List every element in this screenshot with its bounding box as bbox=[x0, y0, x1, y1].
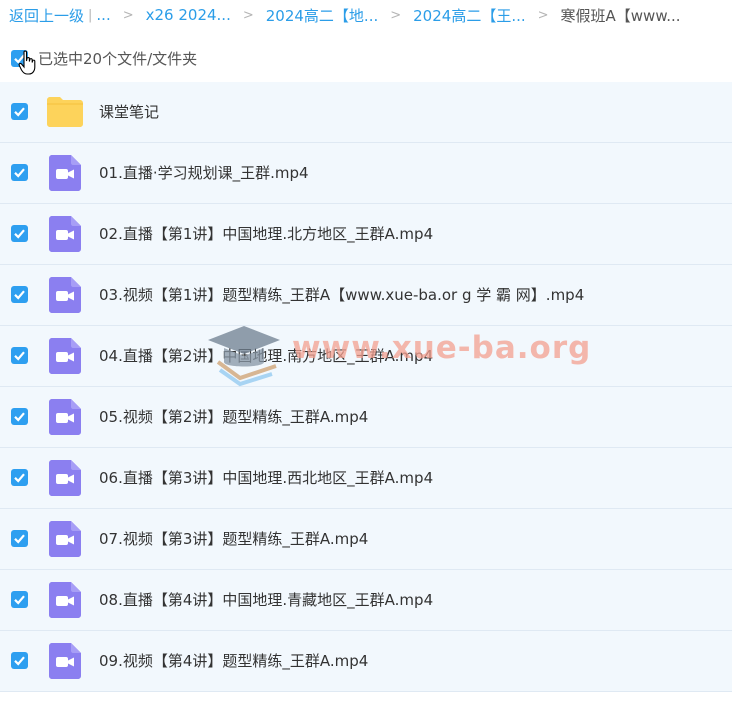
breadcrumb-ellipsis[interactable]: ... bbox=[96, 6, 110, 24]
breadcrumb: 返回上一级 | ... > x26 2024... > 2024高二【地... … bbox=[0, 0, 732, 30]
video-icon bbox=[46, 216, 84, 252]
file-name[interactable]: 04.直播【第2讲】中国地理.南方地区_王群A.mp4 bbox=[99, 326, 433, 386]
file-row[interactable]: 01.直播·学习规划课_王群.mp4 bbox=[0, 143, 732, 204]
row-checkbox[interactable] bbox=[11, 408, 28, 425]
video-icon bbox=[46, 277, 84, 313]
row-checkbox[interactable] bbox=[11, 591, 28, 608]
file-name[interactable]: 05.视频【第2讲】题型精练_王群A.mp4 bbox=[99, 387, 368, 447]
chevron-right-icon: > bbox=[537, 7, 549, 23]
breadcrumb-item-2[interactable]: 2024高二【地... bbox=[266, 5, 378, 26]
file-row[interactable]: 05.视频【第2讲】题型精练_王群A.mp4 bbox=[0, 387, 732, 448]
file-name[interactable]: 06.直播【第3讲】中国地理.西北地区_王群A.mp4 bbox=[99, 448, 433, 508]
breadcrumb-current: 寒假班A【www... bbox=[560, 6, 681, 25]
file-name[interactable]: 07.视频【第3讲】题型精练_王群A.mp4 bbox=[99, 509, 368, 569]
breadcrumb-divider: | bbox=[88, 7, 93, 23]
file-name[interactable]: 09.视频【第4讲】题型精练_王群A.mp4 bbox=[99, 631, 368, 691]
row-checkbox[interactable] bbox=[11, 164, 28, 181]
file-name[interactable]: 01.直播·学习规划课_王群.mp4 bbox=[99, 143, 309, 203]
file-row[interactable]: 03.视频【第1讲】题型精练_王群A【www.xue-ba.or g 学 霸 网… bbox=[0, 265, 732, 326]
video-icon bbox=[46, 460, 84, 496]
file-row[interactable]: 02.直播【第1讲】中国地理.北方地区_王群A.mp4 bbox=[0, 204, 732, 265]
file-row[interactable]: 课堂笔记 bbox=[0, 82, 732, 143]
video-icon bbox=[46, 155, 84, 191]
hand-cursor-icon bbox=[18, 50, 36, 75]
breadcrumb-item-1[interactable]: x26 2024... bbox=[146, 6, 231, 24]
chevron-right-icon: > bbox=[242, 7, 254, 23]
file-row[interactable]: 08.直播【第4讲】中国地理.青藏地区_王群A.mp4 bbox=[0, 570, 732, 631]
file-row[interactable]: 04.直播【第2讲】中国地理.南方地区_王群A.mp4 bbox=[0, 326, 732, 387]
file-row[interactable]: 06.直播【第3讲】中国地理.西北地区_王群A.mp4 bbox=[0, 448, 732, 509]
video-icon bbox=[46, 643, 84, 679]
row-checkbox[interactable] bbox=[11, 469, 28, 486]
row-checkbox[interactable] bbox=[11, 652, 28, 669]
file-name[interactable]: 课堂笔记 bbox=[99, 82, 159, 142]
file-list: 课堂笔记 01.直播·学习规划课_王群.mp4 02.直播【第1讲】中国地理.北方地… bbox=[0, 82, 732, 692]
file-name[interactable]: 02.直播【第1讲】中国地理.北方地区_王群A.mp4 bbox=[99, 204, 433, 264]
file-name[interactable]: 08.直播【第4讲】中国地理.青藏地区_王群A.mp4 bbox=[99, 570, 433, 630]
video-icon bbox=[46, 399, 84, 435]
row-checkbox[interactable] bbox=[11, 286, 28, 303]
video-icon bbox=[46, 338, 84, 374]
row-checkbox[interactable] bbox=[11, 530, 28, 547]
row-checkbox[interactable] bbox=[11, 347, 28, 364]
row-checkbox[interactable] bbox=[11, 225, 28, 242]
back-link[interactable]: 返回上一级 bbox=[9, 5, 84, 26]
video-icon bbox=[46, 521, 84, 557]
file-row[interactable]: 07.视频【第3讲】题型精练_王群A.mp4 bbox=[0, 509, 732, 570]
selection-count-label: 已选中20个文件/文件夹 bbox=[38, 49, 198, 68]
breadcrumb-item-3[interactable]: 2024高二【王... bbox=[413, 5, 525, 26]
chevron-right-icon: > bbox=[122, 7, 134, 23]
file-name[interactable]: 03.视频【第1讲】题型精练_王群A【www.xue-ba.or g 学 霸 网… bbox=[99, 265, 584, 325]
chevron-right-icon: > bbox=[390, 7, 402, 23]
row-checkbox[interactable] bbox=[11, 103, 28, 120]
folder-icon bbox=[46, 94, 84, 130]
video-icon bbox=[46, 582, 84, 618]
file-row[interactable]: 09.视频【第4讲】题型精练_王群A.mp4 bbox=[0, 631, 732, 692]
